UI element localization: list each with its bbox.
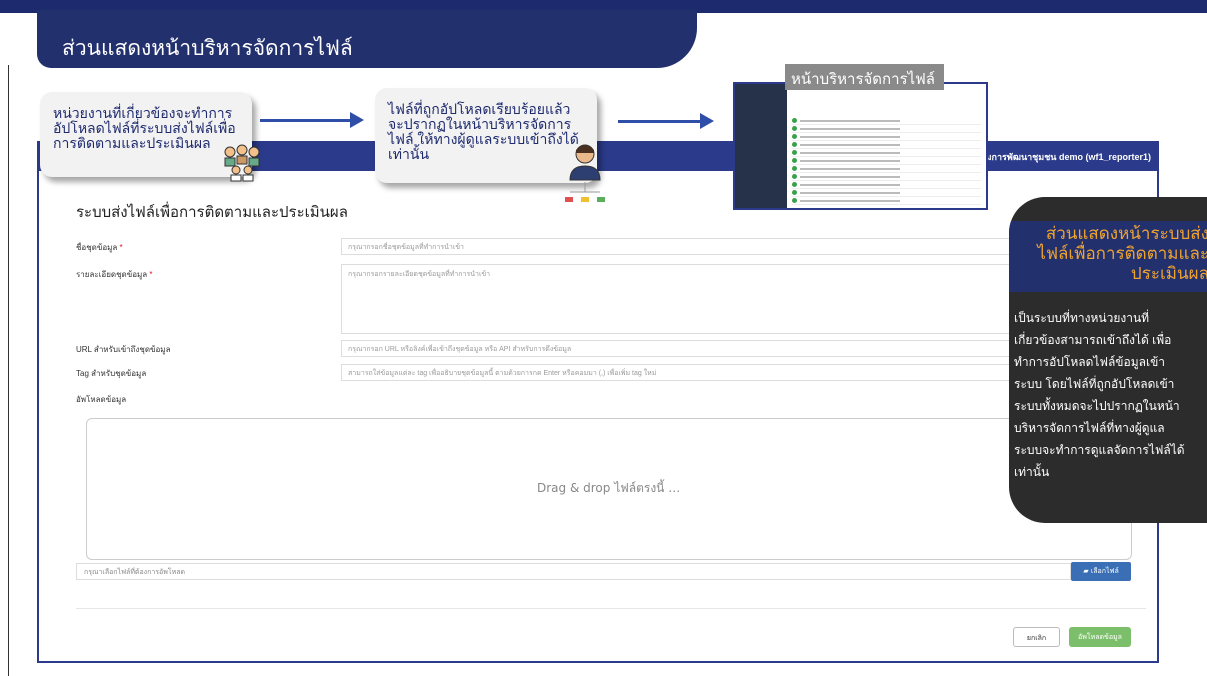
field-label-dataset-desc: รายละเอียดชุดข้อมูล * (76, 270, 153, 279)
user-label[interactable]: ได้กรมการพัฒนาชุมชน demo (wf1_reporter1) (965, 150, 1151, 164)
tag-input[interactable]: สามารถใส่ข้อมูลแต่ละ tag เพื่ออธิบายชุดข… (341, 364, 1121, 381)
admin-person-icon (565, 144, 605, 202)
file-dropzone[interactable]: Drag & drop ไฟล์ตรงนี้ … (86, 418, 1132, 560)
callout-upload-text: หน่วยงานที่เกี่ยวข้องจะทำการ อัปโหลดไฟล์… (53, 105, 236, 151)
dropzone-text: Drag & drop ไฟล์ตรงนี้ … (537, 481, 681, 495)
arrow-right-2-icon (618, 113, 714, 129)
upload-button[interactable]: อัพโหลดข้อมูล (1069, 627, 1131, 647)
dataset-name-input[interactable]: กรุณากรอกชื่อชุดข้อมูลที่ทำการนำเข้า (341, 238, 1121, 255)
file-path-input[interactable]: กรุณาเลือกไฟล์ที่ต้องการอัพโหลด (76, 563, 1071, 580)
choose-file-button[interactable]: ▰ เลือกไฟล์ (1071, 562, 1131, 581)
file-management-thumbnail (733, 82, 988, 210)
side-callout-body: เป็นระบบที่ทางหน่วยงานที่ เกี่ยวข้องสามา… (1014, 311, 1185, 479)
callout-admin-text: ไฟล์ที่ถูกอัปโหลดเรียบร้อยแล้ว จะปรากฏใน… (388, 101, 579, 162)
form-title: ระบบส่งไฟล์เพื่อการติดตามและประเมินผล (76, 204, 348, 221)
thumbnail-sidebar (735, 84, 787, 208)
folder-icon: ▰ (1083, 567, 1089, 575)
thumbnail-label: หน้าบริหารจัดการไฟล์ (785, 64, 944, 90)
cancel-button[interactable]: ยกเลิก (1013, 627, 1060, 647)
slide-title-tab: ส่วนแสดงหน้าบริหารจัดการไฟล์ (37, 10, 697, 68)
side-callout-heading: ส่วนแสดงหน้าระบบส่ง ไฟล์เพื่อการติดตามแล… (1009, 221, 1207, 292)
left-border-line (8, 65, 9, 676)
url-input[interactable]: กรุณากรอก URL หรือลิงค์เพื่อเข้าถึงชุดข้… (341, 340, 1121, 357)
side-description-callout: ส่วนแสดงหน้าระบบส่ง ไฟล์เพื่อการติดตามแล… (1009, 197, 1207, 523)
field-label-url: URL สำหรับเข้าถึงชุดข้อมูล (76, 345, 171, 354)
divider (76, 608, 1146, 609)
field-label-tag: Tag สำหรับชุดข้อมูล (76, 369, 147, 378)
slide-title: ส่วนแสดงหน้าบริหารจัดการไฟล์ (62, 37, 353, 60)
dataset-desc-textarea[interactable]: กรุณากรอกรายละเอียดชุดข้อมูลที่ทำการนำเข… (341, 264, 1121, 334)
callout-upload-info: หน่วยงานที่เกี่ยวข้องจะทำการ อัปโหลดไฟล์… (40, 92, 252, 177)
field-label-dataset-name: ชื่อชุดข้อมูล * (76, 243, 123, 252)
callout-admin-info: ไฟล์ที่ถูกอัปโหลดเรียบร้อยแล้ว จะปรากฏใน… (375, 88, 597, 183)
upload-label: อัพโหลดข้อมูล (76, 395, 127, 404)
arrow-right-1-icon (260, 112, 364, 128)
people-group-icon (224, 144, 260, 182)
